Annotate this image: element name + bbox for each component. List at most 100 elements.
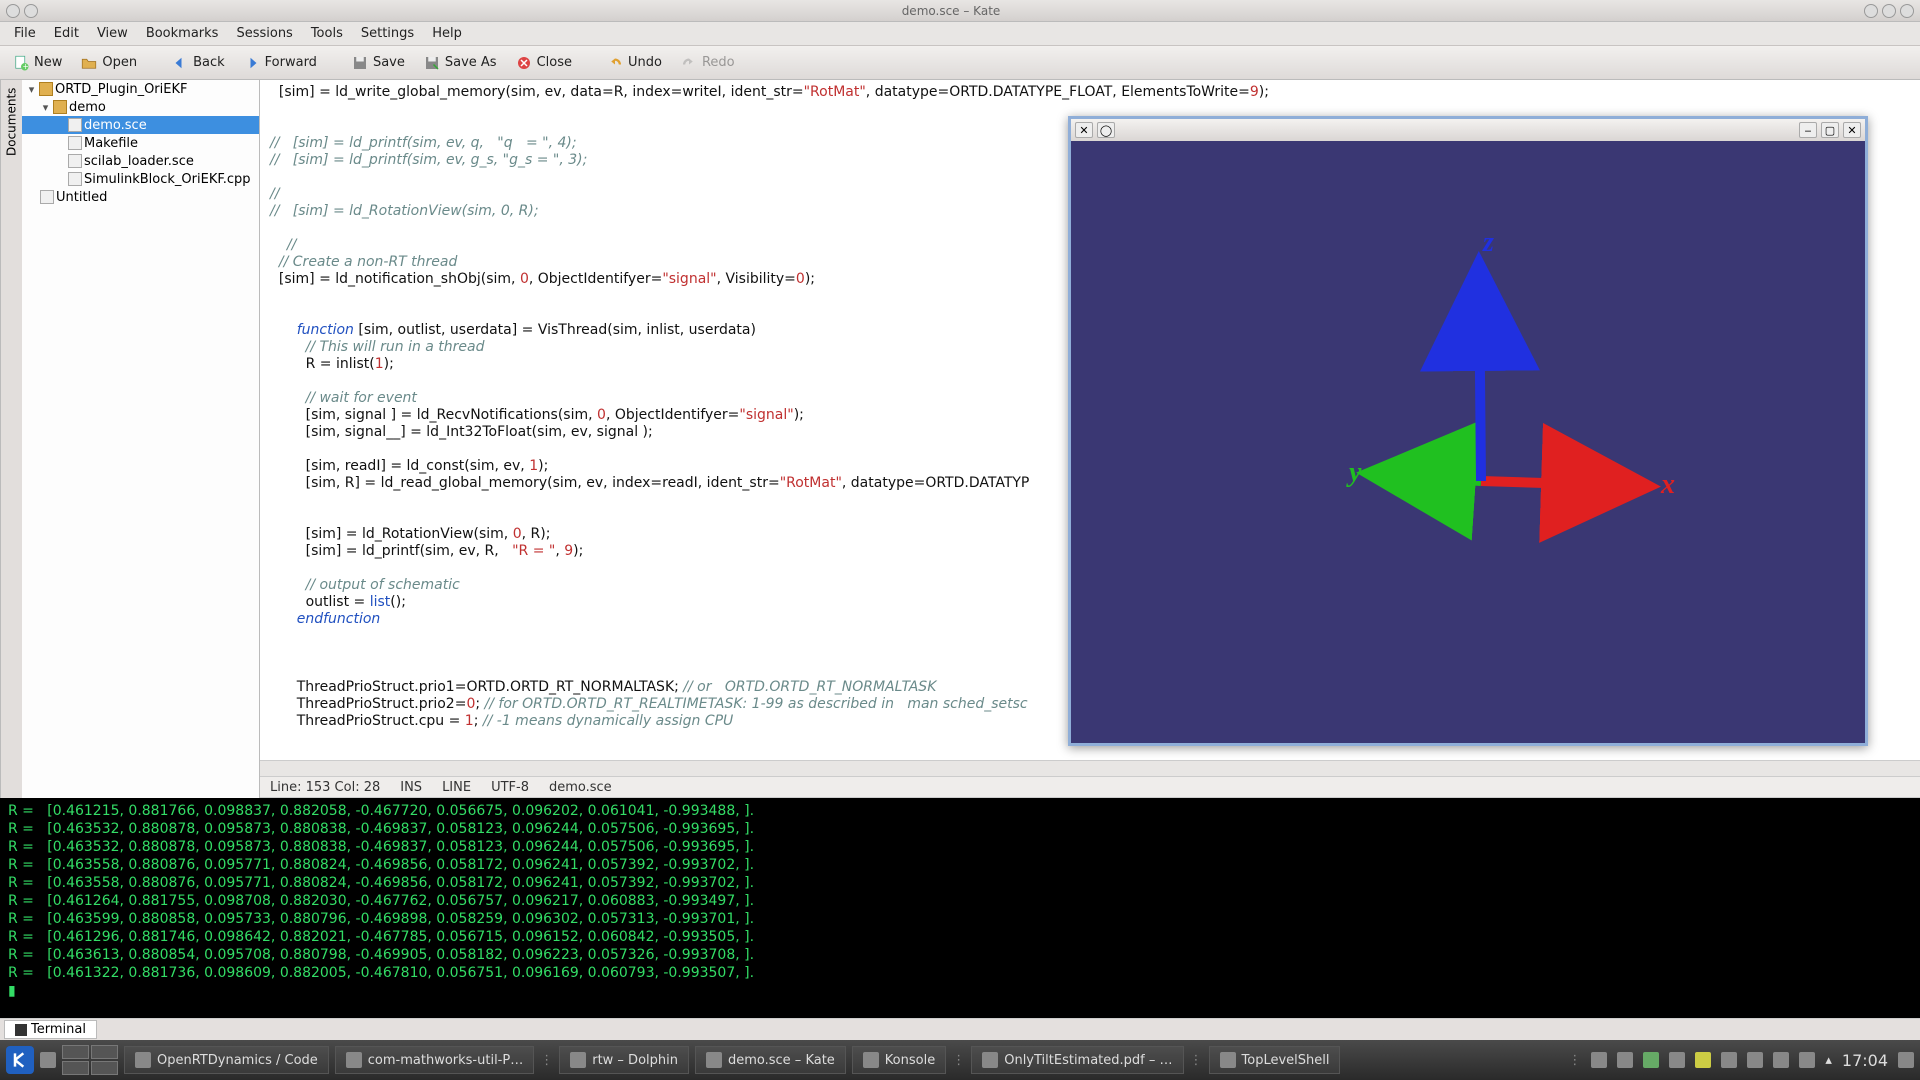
task-konsole[interactable]: Konsole [852,1046,946,1074]
status-cursor-pos: Line: 153 Col: 28 [270,780,380,795]
tray-device-icon[interactable] [1799,1052,1815,1068]
activity-icon[interactable] [40,1052,56,1068]
viewer-tool-icon[interactable]: ◯ [1097,122,1115,138]
viewer-close-icon[interactable]: ✕ [1075,122,1093,138]
viewer-max-icon[interactable]: ▢ [1821,122,1839,138]
collapse-icon[interactable]: ▾ [40,101,51,114]
app-icon [863,1052,879,1068]
editor-statusbar: Line: 153 Col: 28 INS LINE UTF-8 demo.sc… [260,776,1920,798]
tree-file-untitled[interactable]: Untitled [22,188,259,206]
tray-expand-icon[interactable]: ▴ [1825,1053,1832,1068]
documents-side-tab[interactable]: Documents [0,80,22,798]
status-filename: demo.sce [549,780,612,795]
viewer-x-icon[interactable]: ✕ [1843,122,1861,138]
status-insert-mode[interactable]: INS [400,780,422,795]
menu-edit[interactable]: Edit [46,24,87,43]
undo-button[interactable]: Undo [600,52,668,74]
menu-help[interactable]: Help [424,24,470,43]
tray-bulb-icon[interactable] [1695,1052,1711,1068]
open-icon [80,54,98,72]
tray-lock-icon[interactable] [1898,1052,1914,1068]
open-button[interactable]: Open [74,52,143,74]
redo-button[interactable]: Redo [674,52,741,74]
task-kate[interactable]: demo.sce – Kate [695,1046,846,1074]
taskbar: OpenRTDynamics / Code com-mathworks-util… [0,1040,1920,1080]
bottom-tabs: Terminal [0,1018,1920,1040]
menu-settings[interactable]: Settings [353,24,422,43]
file-icon [68,136,82,150]
folder-icon [53,100,67,114]
task-pdf[interactable]: OnlyTiltEstimated.pdf – … [971,1046,1183,1074]
menu-view[interactable]: View [89,24,136,43]
tray-clipboard-icon[interactable] [1669,1052,1685,1068]
file-icon [68,154,82,168]
tray-print-icon[interactable] [1617,1052,1633,1068]
menu-file[interactable]: File [6,24,44,43]
tray-volume-icon[interactable] [1747,1052,1763,1068]
tree-file-demo-sce[interactable]: demo.sce [22,116,259,134]
file-icon [68,118,82,132]
forward-icon [243,54,261,72]
window-minimize-icon[interactable] [1864,4,1878,18]
menubar: File Edit View Bookmarks Sessions Tools … [0,22,1920,46]
window-menu-icon[interactable] [6,4,20,18]
menu-bookmarks[interactable]: Bookmarks [138,24,227,43]
app-icon [570,1052,586,1068]
tree-file-makefile[interactable]: Makefile [22,134,259,152]
new-button[interactable]: +New [6,52,68,74]
saveas-icon [423,54,441,72]
app-icon [706,1052,722,1068]
task-mathworks[interactable]: com-mathworks-util-P… [335,1046,534,1074]
toolbar: +New Open Back Forward Save Save As Clos… [0,46,1920,80]
file-icon [40,190,54,204]
app-icon [135,1052,151,1068]
viewer-min-icon[interactable]: ‒ [1799,122,1817,138]
new-icon: + [12,54,30,72]
window-pin-icon[interactable] [24,4,38,18]
file-icon [68,172,82,186]
forward-button[interactable]: Forward [237,52,323,74]
window-close-icon[interactable] [1900,4,1914,18]
tray-battery-icon[interactable] [1773,1052,1789,1068]
tree-folder-demo[interactable]: ▾ demo [22,98,259,116]
desktop-pager[interactable] [62,1045,118,1075]
y-axis-label: y [1346,457,1362,488]
task-dolphin[interactable]: rtw – Dolphin [559,1046,689,1074]
kickoff-icon[interactable] [6,1046,34,1074]
tray-display-icon[interactable] [1591,1052,1607,1068]
tree-file-scilab-loader[interactable]: scilab_loader.sce [22,152,259,170]
tree-root[interactable]: ▾ ORTD_Plugin_OriEKF [22,80,259,98]
close-button[interactable]: Close [509,52,578,74]
z-axis-label: z [1482,227,1494,258]
terminal-tab[interactable]: Terminal [4,1020,97,1039]
terminal-output[interactable]: R = [0.461215, 0.881766, 0.098837, 0.882… [0,798,1920,1018]
status-eol-mode[interactable]: LINE [442,780,471,795]
back-button[interactable]: Back [165,52,231,74]
save-button[interactable]: Save [345,52,411,74]
app-icon [982,1052,998,1068]
documents-sidebar: ▾ ORTD_Plugin_OriEKF ▾ demo demo.sce Mak… [22,80,260,798]
window-maximize-icon[interactable] [1882,4,1896,18]
tree-file-simulinkblock[interactable]: SimulinkBlock_OriEKF.cpp [22,170,259,188]
rotation-viewer-window[interactable]: ✕ ◯ ‒ ▢ ✕ x y z [1068,116,1868,746]
save-icon [351,54,369,72]
task-openrtdynamics[interactable]: OpenRTDynamics / Code [124,1046,329,1074]
close-icon [515,54,533,72]
redo-icon [680,54,698,72]
menu-tools[interactable]: Tools [303,24,351,43]
tray-clock[interactable]: 17:04 [1842,1051,1888,1070]
task-toplevelshell[interactable]: TopLevelShell [1209,1046,1341,1074]
saveas-button[interactable]: Save As [417,52,503,74]
collapse-icon[interactable]: ▾ [26,83,37,96]
tray-updates-icon[interactable] [1643,1052,1659,1068]
editor-horizontal-scrollbar[interactable] [260,760,1920,776]
tray-network-icon[interactable] [1721,1052,1737,1068]
window-titlebar: demo.sce – Kate [0,0,1920,22]
status-encoding[interactable]: UTF-8 [491,780,529,795]
app-icon [346,1052,362,1068]
window-title: demo.sce – Kate [38,4,1864,18]
menu-sessions[interactable]: Sessions [228,24,300,43]
back-icon [171,54,189,72]
svg-text:+: + [23,62,29,71]
viewer-toolbar: ✕ ◯ ‒ ▢ ✕ [1071,119,1865,141]
